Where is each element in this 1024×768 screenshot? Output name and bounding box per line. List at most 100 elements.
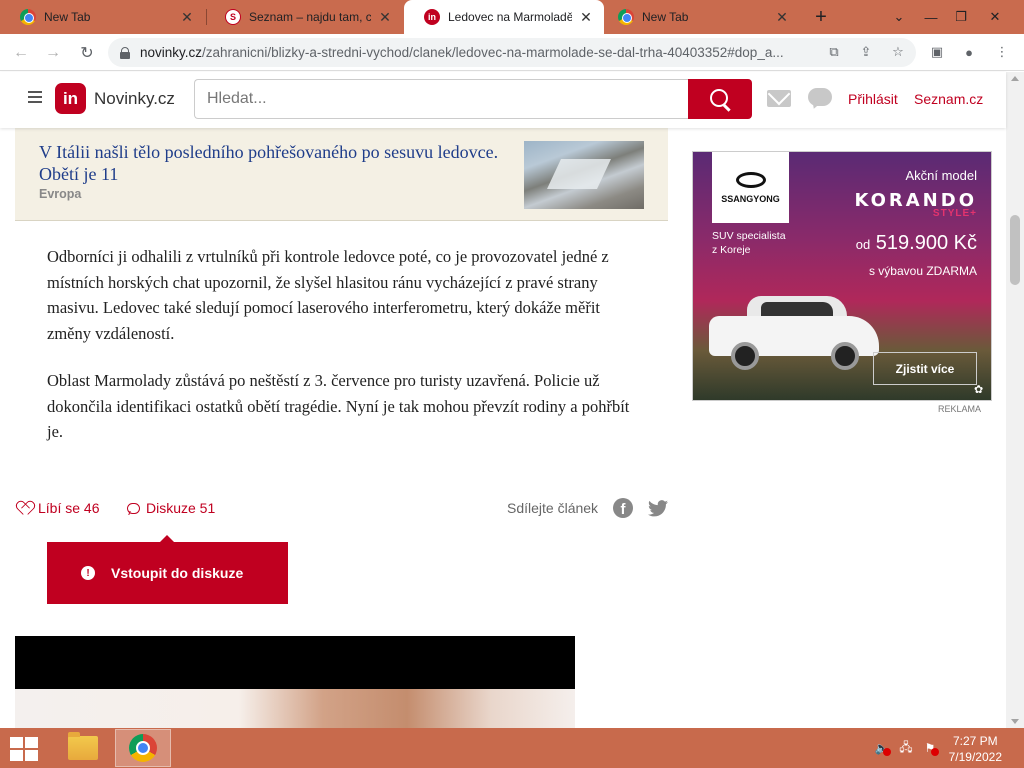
- ad-extras: s výbavou ZDARMA: [868, 264, 977, 278]
- close-icon[interactable]: ✕: [377, 9, 393, 25]
- tab-new-tab-1[interactable]: New Tab ✕: [0, 0, 205, 34]
- tab-seznam[interactable]: S Seznam – najdu tam, co ne ✕: [205, 0, 403, 34]
- tab-strip: New Tab ✕ S Seznam – najdu tam, co ne ✕ …: [0, 0, 1024, 34]
- enter-discussion-button[interactable]: ! Vstoupit do diskuze: [47, 535, 288, 604]
- ad-cta-button[interactable]: Zjistit více: [873, 352, 977, 385]
- search-icon: [709, 88, 728, 107]
- url-host: novinky.cz: [140, 45, 203, 60]
- chrome-icon: [20, 9, 36, 25]
- ad-price: od 519.900 Kč: [856, 232, 977, 255]
- ad-subtitle-line: SUV specialista: [712, 230, 786, 242]
- chat-icon[interactable]: [808, 88, 832, 106]
- minimize-icon[interactable]: —: [916, 0, 946, 34]
- chrome-icon: [129, 734, 157, 762]
- close-icon[interactable]: ✕: [774, 9, 790, 25]
- login-link[interactable]: Přihlásit: [848, 91, 898, 107]
- hamburger-menu-icon[interactable]: [28, 91, 42, 103]
- tab-title: Ledovec na Marmoladě se: [448, 10, 572, 24]
- novinky-logo-badge[interactable]: in: [55, 83, 86, 114]
- advertisement-banner[interactable]: SSANGYONG SUV specialista z Koreje Akční…: [692, 151, 992, 401]
- profile-icon[interactable]: ●: [959, 42, 979, 62]
- start-tile: [10, 737, 23, 748]
- article-paragraph: Oblast Marmolady zůstává po neštěstí z 3…: [47, 371, 630, 442]
- car-wheel: [831, 342, 859, 370]
- discussion-link[interactable]: Diskuze 51: [127, 500, 215, 516]
- ad-paw-icon: ✿: [974, 384, 984, 396]
- start-tile: [25, 737, 38, 748]
- restore-icon[interactable]: ❐: [946, 0, 976, 34]
- related-article-category[interactable]: Evropa: [39, 187, 81, 201]
- ad-price-value: 519.900 Kč: [875, 232, 977, 254]
- scrollbar-thumb[interactable]: [1010, 215, 1020, 285]
- start-tile: [25, 750, 38, 761]
- search-button[interactable]: [688, 79, 752, 119]
- comment-icon: [127, 502, 140, 514]
- forward-icon[interactable]: →: [40, 40, 66, 66]
- url-path: /zahranicni/blizky-a-stredni-vychod/clan…: [202, 45, 784, 60]
- page-scrollbar[interactable]: [1006, 72, 1024, 728]
- clock-date: 7/19/2022: [948, 750, 1002, 764]
- like-button[interactable]: Líbí se 46: [18, 500, 100, 516]
- ssangyong-logo: SSANGYONG: [712, 152, 789, 223]
- chrome-icon: [618, 9, 634, 25]
- article-actions: Líbí se 46 Diskuze 51 Sdílejte článek f: [18, 498, 668, 518]
- search-input[interactable]: Hledat...: [194, 79, 689, 119]
- tab-title: New Tab: [642, 10, 689, 24]
- video-player[interactable]: [15, 636, 575, 689]
- tab-search-chevron-icon[interactable]: ⌄: [884, 0, 914, 34]
- ad-price-prefix: od: [855, 237, 871, 252]
- site-header: in Novinky.cz Hledat... Přihlásit Seznam…: [0, 72, 1006, 128]
- share-icon[interactable]: ⇪: [856, 42, 876, 62]
- facebook-icon[interactable]: f: [613, 498, 633, 518]
- close-icon[interactable]: ✕: [179, 9, 195, 25]
- translate-icon[interactable]: ⧉: [824, 42, 844, 62]
- file-explorer-taskbar-button[interactable]: [55, 729, 111, 767]
- browser-toolbar: ← → ↻ novinky.cz/zahranicni/blizky-a-str…: [0, 34, 1024, 71]
- tab-title: New Tab: [44, 10, 91, 24]
- like-count: Líbí se 46: [38, 500, 100, 516]
- mail-icon[interactable]: [767, 90, 791, 107]
- tab-novinky-active[interactable]: in Ledovec na Marmoladě se ✕: [404, 0, 604, 34]
- new-tab-button[interactable]: +: [810, 6, 832, 28]
- page-content: V Itálii našli tělo posledního pohřešova…: [0, 128, 1006, 728]
- article-paragraph: Odborníci ji odhalili z vrtulníků při ko…: [47, 247, 609, 344]
- related-article-image[interactable]: [524, 141, 644, 209]
- start-tile: [10, 750, 23, 761]
- close-icon[interactable]: ✕: [578, 9, 594, 25]
- folder-icon: [68, 732, 98, 760]
- reload-icon[interactable]: ↻: [74, 40, 100, 66]
- ad-model-style: STYLE+: [932, 208, 977, 219]
- close-window-icon[interactable]: ✕: [980, 0, 1010, 34]
- scroll-down-icon[interactable]: [1011, 719, 1019, 724]
- ad-car-image: [709, 294, 879, 376]
- chrome-taskbar-button[interactable]: [115, 729, 171, 767]
- info-icon: !: [81, 566, 95, 580]
- tab-new-tab-2[interactable]: New Tab ✕: [598, 0, 800, 34]
- menu-kebab-icon[interactable]: ⋮: [992, 42, 1012, 62]
- bookmark-star-icon[interactable]: ☆: [888, 42, 908, 62]
- tab-title: Seznam – najdu tam, co ne: [249, 10, 371, 24]
- address-bar[interactable]: novinky.cz/zahranicni/blizky-a-stredni-v…: [108, 38, 916, 67]
- volume-muted-badge: [883, 748, 891, 756]
- enter-discussion-label: Vstoupit do diskuze: [111, 565, 244, 581]
- ad-subtitle: SUV specialista z Koreje: [712, 229, 786, 257]
- network-icon[interactable]: 🖧: [898, 740, 914, 755]
- back-icon[interactable]: ←: [8, 40, 34, 66]
- ssangyong-emblem-icon: [735, 171, 766, 188]
- ad-subtitle-line: z Koreje: [712, 244, 751, 256]
- related-article-title[interactable]: V Itálii našli tělo posledního pohřešova…: [39, 141, 499, 185]
- related-article-card[interactable]: V Itálii našli tělo posledního pohřešova…: [15, 128, 668, 221]
- car-wheel: [731, 342, 759, 370]
- windows-start-icon[interactable]: [10, 737, 38, 761]
- discussion-count: Diskuze 51: [146, 500, 216, 516]
- twitter-icon[interactable]: [647, 499, 669, 517]
- video-thumbnail[interactable]: [15, 689, 575, 728]
- side-panel-icon[interactable]: ▣: [927, 42, 947, 62]
- notification-badge: [931, 748, 939, 756]
- windows-taskbar: 🔈 🖧 ⚑ 7:27 PM 7/19/2022: [0, 728, 1024, 768]
- novinky-logo-text[interactable]: Novinky.cz: [94, 89, 175, 109]
- seznam-link[interactable]: Seznam.cz: [914, 91, 983, 107]
- system-clock[interactable]: 7:27 PM 7/19/2022: [949, 733, 1002, 765]
- scroll-up-icon[interactable]: [1011, 76, 1019, 81]
- ad-label: REKLAMA: [938, 404, 982, 414]
